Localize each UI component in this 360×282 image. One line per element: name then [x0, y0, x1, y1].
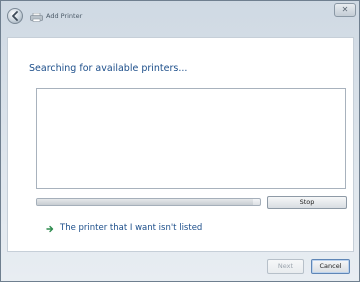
printer-list[interactable] [36, 88, 346, 189]
close-button[interactable]: ✕ [334, 3, 356, 17]
stop-button[interactable]: Stop [267, 196, 347, 209]
next-button[interactable]: Next [267, 259, 304, 274]
back-button[interactable] [7, 8, 23, 24]
right-arrow-icon [46, 225, 54, 233]
title-bar: Add Printer ✕ [1, 1, 359, 31]
printer-not-listed-label: The printer that I want isn't listed [60, 223, 203, 233]
back-arrow-icon [12, 11, 18, 21]
printer-icon [30, 13, 43, 22]
page-heading: Searching for available printers... [29, 63, 188, 74]
window-title: Add Printer [46, 12, 83, 20]
progress-fill [37, 199, 254, 205]
cancel-button[interactable]: Cancel [311, 259, 350, 274]
add-printer-window: Add Printer ✕ Searching for available pr… [0, 0, 360, 282]
footer-bar [1, 252, 359, 281]
search-progress-bar [36, 198, 261, 206]
